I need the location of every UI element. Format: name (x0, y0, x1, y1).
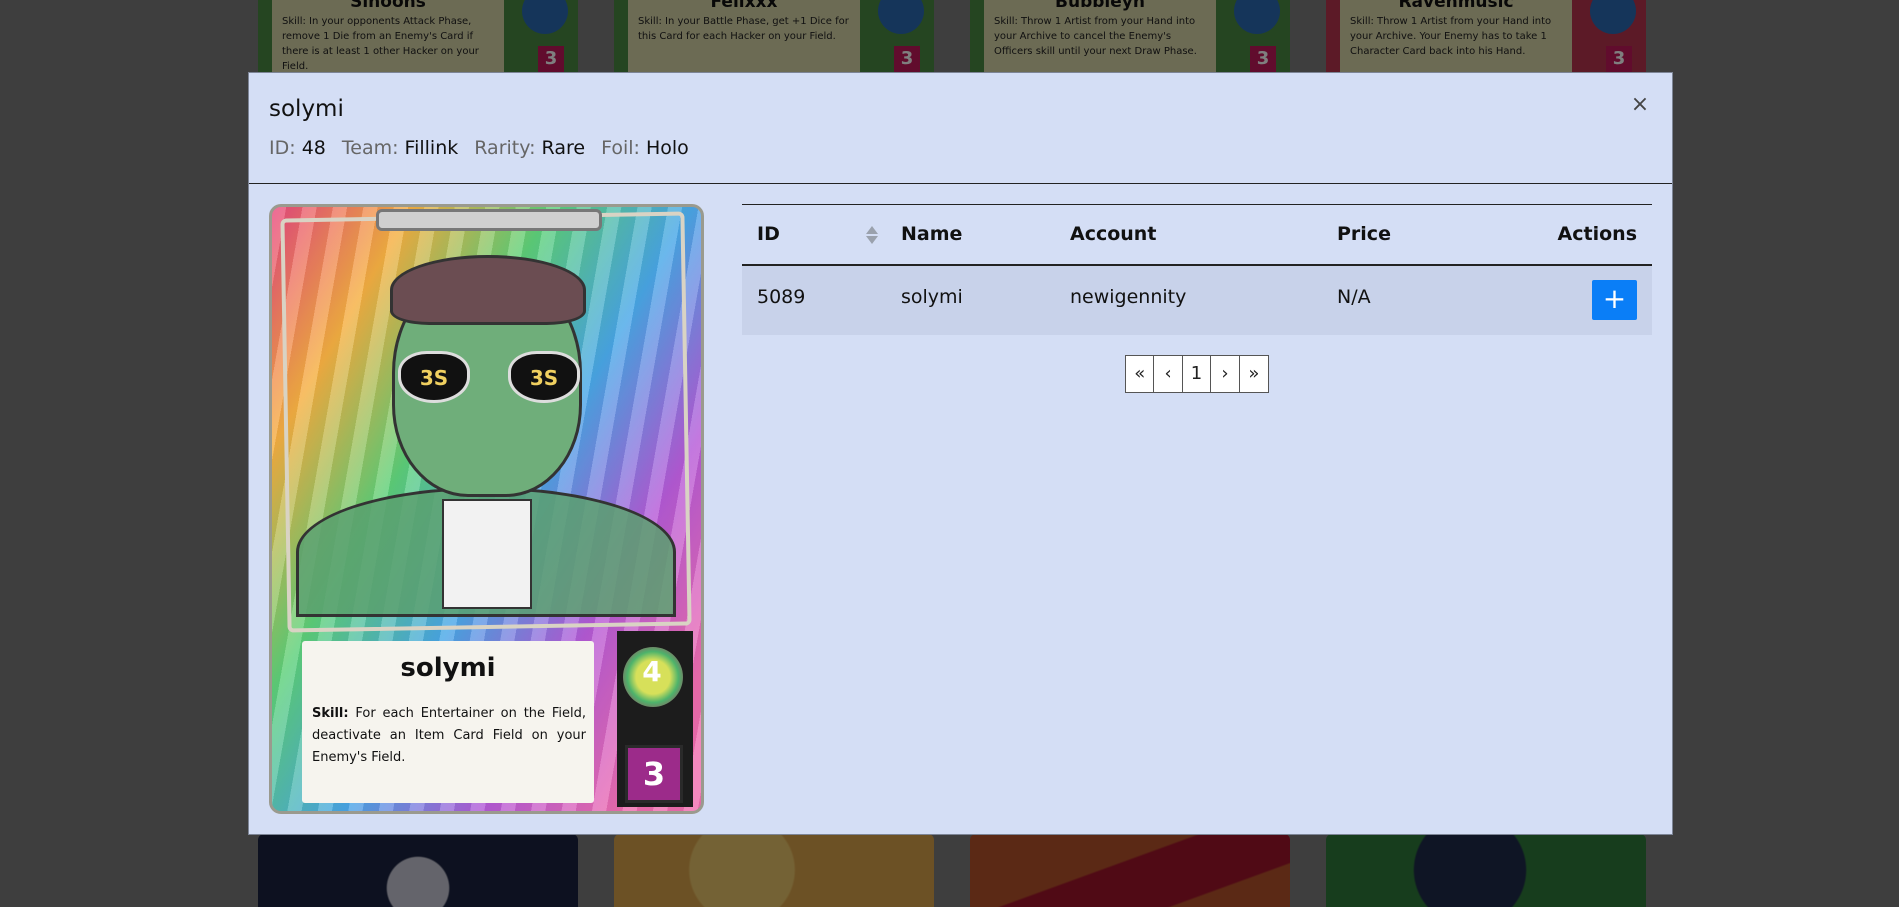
meta-id: ID: 48 (269, 137, 326, 159)
card-name: solymi (400, 653, 496, 683)
card-power: 4 (642, 655, 662, 688)
sort-icon[interactable] (866, 226, 878, 244)
meta-id-label: ID: (269, 137, 296, 159)
meta-foil: Foil: Holo (601, 137, 689, 159)
clipboard-clip (376, 209, 602, 231)
cell-id: 5089 (757, 285, 806, 308)
pagination-page-1[interactable]: 1 (1182, 355, 1212, 392)
meta-id-value: 48 (301, 137, 326, 159)
column-header-id[interactable]: ID (742, 204, 886, 266)
card-meta: ID: 48 Team: Fillink Rarity: Rare Foil: … (269, 137, 1652, 159)
table-header-row: ID Name Account Price Actions (742, 204, 1652, 266)
close-icon[interactable]: × (1630, 94, 1650, 116)
sunglasses-lens-right: 3S (508, 351, 580, 403)
lens-logo: 3S (419, 366, 449, 390)
cell-actions: + (1472, 265, 1652, 335)
column-header-name: Name (886, 204, 1055, 266)
card-detail-modal: solymi ID: 48 Team: Fillink Rarity: Rare… (248, 72, 1673, 835)
card-skill-body: For each Entertainer on the Field, deact… (312, 706, 586, 765)
pagination-last[interactable]: » (1239, 355, 1269, 392)
listings-table: ID Name Account Price Actions 5089 solym… (742, 204, 1652, 335)
meta-team-label: Team: (341, 137, 399, 159)
meta-rarity-label: Rarity: (474, 137, 536, 159)
column-header-account: Account (1055, 204, 1322, 266)
meta-foil-value: Holo (645, 137, 689, 159)
cell-account: newigennity (1070, 285, 1187, 308)
pagination-prev[interactable]: ‹ (1154, 355, 1183, 392)
character-hair (390, 255, 586, 325)
meta-rarity: Rarity: Rare (474, 137, 585, 159)
pagination-first[interactable]: « (1126, 355, 1155, 392)
cell-name: solymi (901, 285, 963, 308)
card-skill-text: Skill: For each Entertainer on the Field… (312, 703, 586, 769)
meta-team: Team: Fillink (342, 137, 458, 159)
column-header-id-label: ID (757, 223, 780, 246)
column-header-price: Price (1322, 204, 1472, 266)
sunglasses-lens-left: 3S (398, 351, 470, 403)
lens-logo: 3S (529, 366, 559, 390)
meta-rarity-value: Rare (541, 137, 586, 159)
card-skill-label: Skill: (312, 706, 349, 721)
card-image: 3S 3S solymi Skill: For each Entertainer… (269, 204, 704, 814)
pagination: « ‹ 1 › » (1125, 354, 1269, 393)
modal-title: solymi (269, 96, 344, 122)
meta-team-value: Fillink (404, 137, 459, 159)
column-header-actions: Actions (1472, 204, 1652, 266)
cell-price: N/A (1337, 285, 1371, 308)
add-button[interactable]: + (1592, 280, 1637, 320)
pagination-next[interactable]: › (1211, 355, 1240, 392)
character-shirt (442, 499, 532, 609)
listings-panel: ID Name Account Price Actions 5089 solym… (742, 204, 1652, 814)
table-row: 5089 solymi newigennity N/A + (742, 264, 1652, 335)
meta-foil-label: Foil: (601, 137, 640, 159)
card-cost: 3 (625, 745, 683, 803)
modal-body: 3S 3S solymi Skill: For each Entertainer… (249, 184, 1672, 834)
modal-header: solymi ID: 48 Team: Fillink Rarity: Rare… (249, 73, 1672, 184)
